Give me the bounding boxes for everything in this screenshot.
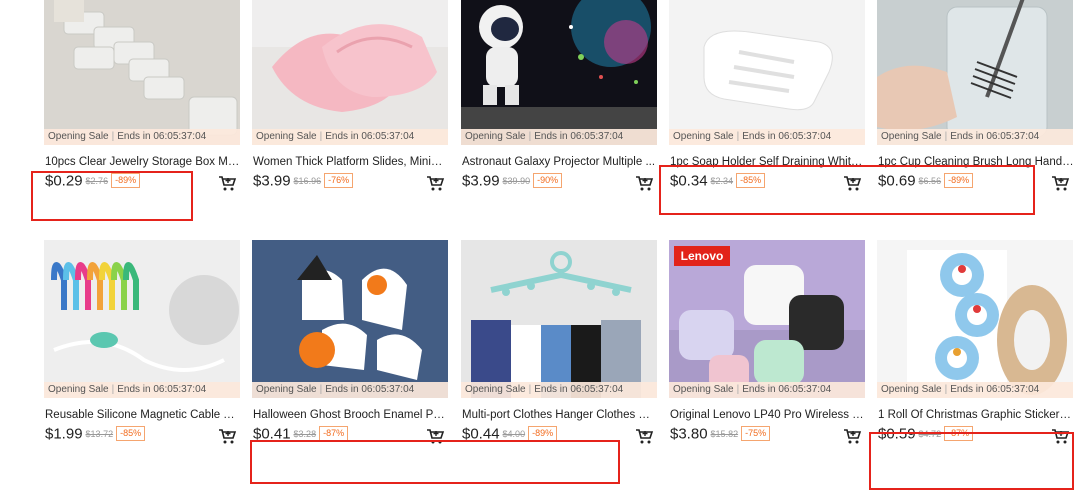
sale-banner: Opening Sale | Ends in 06:05:37:04 bbox=[44, 382, 240, 398]
product-title[interactable]: Reusable Silicone Magnetic Cable Ties bbox=[45, 407, 241, 423]
product-title[interactable]: 10pcs Clear Jewelry Storage Box Mult... bbox=[45, 154, 241, 170]
sale-price: $3.99 bbox=[253, 172, 291, 190]
original-price: $2.34 bbox=[710, 175, 734, 186]
sale-banner: Opening Sale | Ends in 06:05:37:04 bbox=[877, 382, 1073, 398]
product-image[interactable]: Opening Sale | Ends in 06:05:37:04 bbox=[44, 240, 240, 398]
original-price: $13.72 bbox=[85, 428, 114, 439]
product-image[interactable]: Lenovo Opening Sale | Ends in 06:05:37:04 bbox=[669, 240, 865, 398]
sale-price: $0.34 bbox=[670, 172, 708, 190]
original-price: $4.72 bbox=[918, 428, 942, 439]
add-to-cart-icon[interactable] bbox=[634, 426, 654, 446]
discount-badge: -89% bbox=[528, 426, 558, 442]
sale-banner: Opening Sale | Ends in 06:05:37:04 bbox=[44, 129, 240, 145]
price-row: $0.69 $6.56 -89% bbox=[878, 172, 1074, 194]
original-price: $6.56 bbox=[918, 175, 942, 186]
discount-badge: -87% bbox=[944, 426, 974, 442]
product-image[interactable]: Opening Sale | Ends in 06:05:37:04 bbox=[252, 0, 448, 145]
original-price: $16.96 bbox=[293, 175, 322, 186]
price-row: $3.99 $16.96 -76% bbox=[253, 172, 449, 194]
add-to-cart-icon[interactable] bbox=[1050, 426, 1070, 446]
product-title[interactable]: Multi-port Clothes Hanger Clothes Dr... bbox=[462, 407, 658, 423]
sale-banner: Opening Sale | Ends in 06:05:37:04 bbox=[669, 382, 865, 398]
sale-price: $0.29 bbox=[45, 172, 83, 190]
sale-banner: Opening Sale | Ends in 06:05:37:04 bbox=[877, 129, 1073, 145]
sale-price: $0.69 bbox=[878, 172, 916, 190]
sale-price: $0.41 bbox=[253, 425, 291, 443]
add-to-cart-icon[interactable] bbox=[634, 173, 654, 193]
product-image[interactable]: Opening Sale | Ends in 06:05:37:04 bbox=[44, 0, 240, 145]
product-image[interactable]: Opening Sale | Ends in 06:05:37:04 bbox=[877, 240, 1073, 398]
discount-badge: -85% bbox=[116, 426, 146, 442]
price-row: $0.29 $2.76 -89% bbox=[45, 172, 241, 194]
discount-badge: -89% bbox=[944, 173, 974, 189]
price-row: $0.34 $2.34 -85% bbox=[670, 172, 866, 194]
discount-badge: -76% bbox=[324, 173, 354, 189]
discount-badge: -90% bbox=[533, 173, 563, 189]
original-price: $39.90 bbox=[502, 175, 531, 186]
sale-banner: Opening Sale | Ends in 06:05:37:04 bbox=[669, 129, 865, 145]
discount-badge: -89% bbox=[111, 173, 141, 189]
product-grid: Opening Sale | Ends in 06:05:37:04 10pcs C… bbox=[0, 0, 1080, 493]
sale-price: $0.59 bbox=[878, 425, 916, 443]
price-row: $3.99 $39.90 -90% bbox=[462, 172, 658, 194]
discount-badge: -85% bbox=[736, 173, 766, 189]
original-price: $4.00 bbox=[502, 428, 526, 439]
product-title[interactable]: 1 Roll Of Christmas Graphic Stickers H..… bbox=[878, 407, 1074, 423]
product-title[interactable]: Women Thick Platform Slides, Minim... bbox=[253, 154, 449, 170]
price-row: $0.44 $4.00 -89% bbox=[462, 425, 658, 447]
price-row: $0.41 $3.28 -87% bbox=[253, 425, 449, 447]
product-title[interactable]: Halloween Ghost Brooch Enamel Pun... bbox=[253, 407, 449, 423]
add-to-cart-icon[interactable] bbox=[425, 173, 445, 193]
price-row: $1.99 $13.72 -85% bbox=[45, 425, 241, 447]
add-to-cart-icon[interactable] bbox=[1050, 173, 1070, 193]
discount-badge: -87% bbox=[319, 426, 349, 442]
add-to-cart-icon[interactable] bbox=[425, 426, 445, 446]
sale-banner: Opening Sale | Ends in 06:05:37:04 bbox=[252, 382, 448, 398]
add-to-cart-icon[interactable] bbox=[217, 426, 237, 446]
product-title[interactable]: 1pc Soap Holder Self Draining White ... bbox=[670, 154, 866, 170]
original-price: $2.76 bbox=[85, 175, 109, 186]
price-row: $0.59 $4.72 -87% bbox=[878, 425, 1074, 447]
original-price: $3.28 bbox=[293, 428, 317, 439]
add-to-cart-icon[interactable] bbox=[842, 426, 862, 446]
product-image[interactable]: Opening Sale | Ends in 06:05:37:04 bbox=[669, 0, 865, 145]
sale-banner: Opening Sale | Ends in 06:05:37:04 bbox=[252, 129, 448, 145]
product-title[interactable]: Astronaut Galaxy Projector Multiple ... bbox=[462, 154, 658, 170]
product-title[interactable]: 1pc Cup Cleaning Brush Long Handle ... bbox=[878, 154, 1074, 170]
sale-price: $1.99 bbox=[45, 425, 83, 443]
add-to-cart-icon[interactable] bbox=[217, 173, 237, 193]
add-to-cart-icon[interactable] bbox=[842, 173, 862, 193]
product-image[interactable]: Opening Sale | Ends in 06:05:37:04 bbox=[461, 0, 657, 145]
brand-logo: Lenovo bbox=[674, 246, 730, 266]
sale-banner: Opening Sale | Ends in 06:05:37:04 bbox=[461, 382, 657, 398]
sale-price: $3.80 bbox=[670, 425, 708, 443]
sale-price: $3.99 bbox=[462, 172, 500, 190]
discount-badge: -75% bbox=[741, 426, 771, 442]
sale-banner: Opening Sale | Ends in 06:05:37:04 bbox=[461, 129, 657, 145]
product-image[interactable]: Opening Sale | Ends in 06:05:37:04 bbox=[461, 240, 657, 398]
product-image[interactable]: Opening Sale | Ends in 06:05:37:04 bbox=[252, 240, 448, 398]
sale-price: $0.44 bbox=[462, 425, 500, 443]
price-row: $3.80 $15.82 -75% bbox=[670, 425, 866, 447]
product-image[interactable]: Opening Sale | Ends in 06:05:37:04 bbox=[877, 0, 1073, 145]
product-title[interactable]: Original Lenovo LP40 Pro Wireless Bl... bbox=[670, 407, 866, 423]
original-price: $15.82 bbox=[710, 428, 739, 439]
